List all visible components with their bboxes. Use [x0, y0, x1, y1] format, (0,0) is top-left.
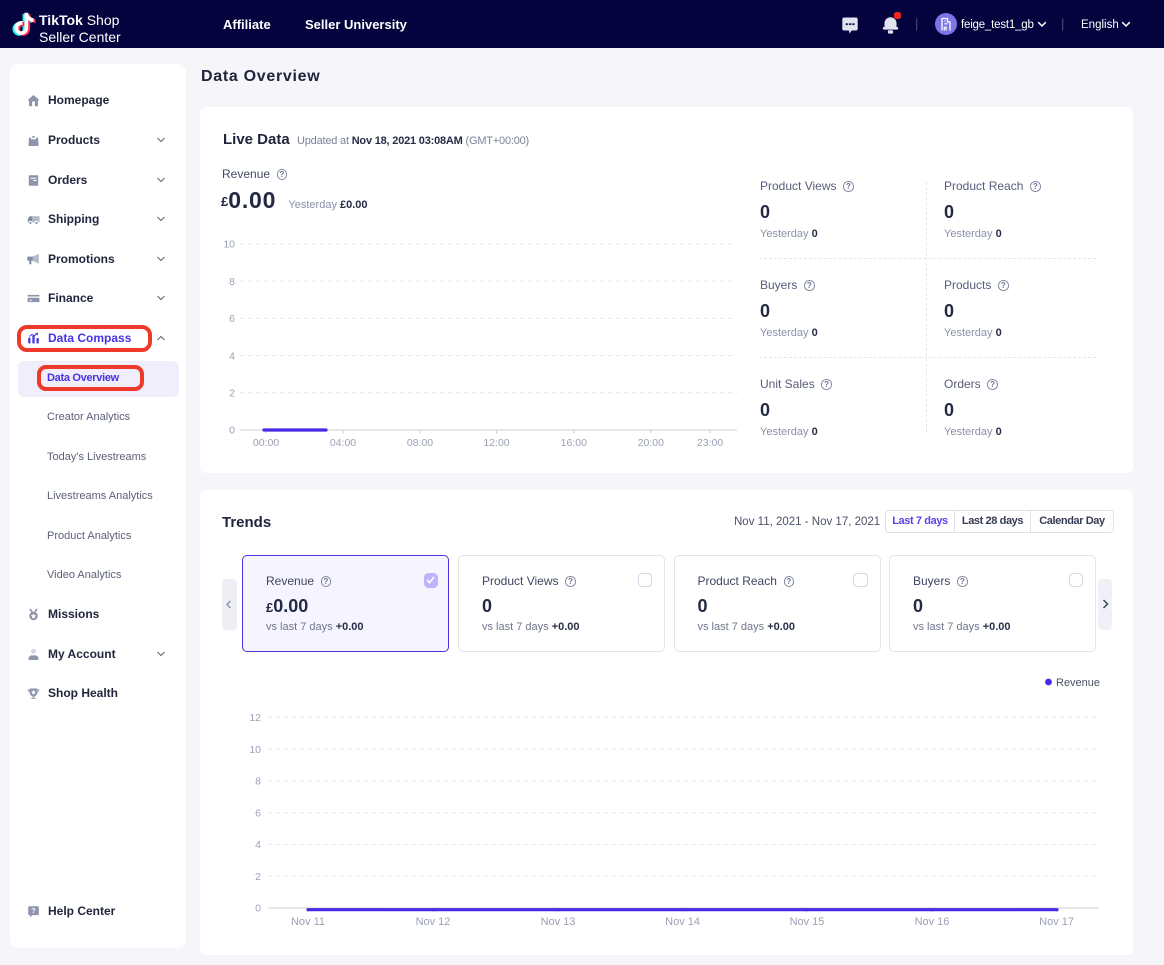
svg-text:10: 10 [249, 744, 261, 756]
svg-text:?: ? [31, 906, 36, 915]
svg-text:12:00: 12:00 [483, 437, 509, 449]
svg-text:Revenue: Revenue [1056, 677, 1100, 689]
svg-text:8: 8 [229, 276, 235, 288]
svg-text:08:00: 08:00 [407, 437, 433, 449]
svg-text:2: 2 [255, 871, 261, 883]
svg-text:Nov 14: Nov 14 [665, 916, 700, 928]
svg-text:12: 12 [249, 712, 261, 724]
svg-text:4: 4 [255, 839, 261, 851]
svg-text:8: 8 [255, 776, 261, 788]
svg-text:Nov 17: Nov 17 [1039, 916, 1074, 928]
svg-text:04:00: 04:00 [330, 437, 356, 449]
svg-text:23:00: 23:00 [697, 437, 723, 449]
svg-text:Nov 16: Nov 16 [915, 916, 950, 928]
svg-text:Nov 15: Nov 15 [790, 916, 825, 928]
svg-text:4: 4 [229, 350, 235, 362]
svg-text:Nov 13: Nov 13 [541, 916, 576, 928]
svg-text:0: 0 [229, 425, 235, 437]
svg-text:Nov 12: Nov 12 [416, 916, 451, 928]
svg-text:20:00: 20:00 [638, 437, 664, 449]
svg-text:6: 6 [255, 807, 261, 819]
svg-text:2: 2 [229, 388, 235, 400]
svg-text:0: 0 [255, 903, 261, 915]
svg-text:16:00: 16:00 [561, 437, 587, 449]
svg-text:Nov 11: Nov 11 [291, 916, 325, 928]
svg-text:6: 6 [229, 313, 235, 325]
svg-text:00:00: 00:00 [253, 437, 279, 449]
svg-text:10: 10 [223, 239, 235, 251]
